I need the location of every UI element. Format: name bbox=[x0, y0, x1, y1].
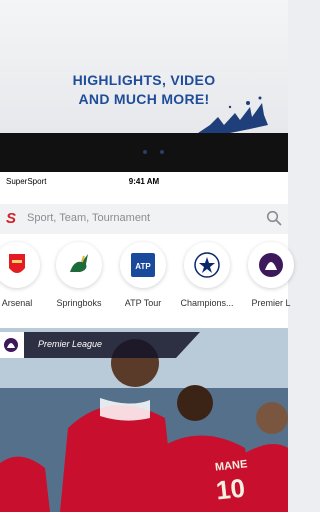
favorite-label: Premier L bbox=[251, 298, 291, 308]
status-time: 9:41 AM bbox=[128, 177, 160, 186]
sensor-dot-icon bbox=[160, 150, 164, 154]
promo-banner: HIGHLIGHTS, VIDEO AND MUCH MORE! bbox=[0, 0, 288, 135]
premier-league-small-icon bbox=[0, 332, 24, 358]
favorite-item-champions-league[interactable]: Champions... bbox=[172, 242, 242, 308]
supersport-logo-icon: S bbox=[6, 210, 17, 227]
champions-league-icon bbox=[184, 242, 230, 288]
springbok-icon bbox=[56, 242, 102, 288]
favorites-row: Arsenal Springboks ATP ATP Tour Champion… bbox=[0, 242, 294, 330]
camera-dot-icon bbox=[143, 150, 147, 154]
favorite-label: ATP Tour bbox=[124, 298, 162, 308]
atp-logo-icon: ATP bbox=[120, 242, 166, 288]
device-bezel bbox=[0, 133, 288, 173]
hero-image-card[interactable]: Premier League MANE 10 bbox=[0, 328, 288, 512]
search-bar[interactable]: S Sport, Team, Tournament bbox=[0, 204, 288, 234]
premier-league-icon bbox=[248, 242, 294, 288]
favorite-item-premier-league[interactable]: Premier L bbox=[236, 242, 306, 308]
paint-splash-decoration bbox=[195, 96, 268, 135]
competition-tag: Premier League bbox=[0, 332, 200, 358]
competition-tag-label: Premier League bbox=[38, 339, 103, 349]
search-icon[interactable] bbox=[266, 210, 282, 226]
favorite-item-atp-tour[interactable]: ATP ATP Tour bbox=[108, 242, 178, 308]
favorite-label: Springboks bbox=[56, 298, 102, 308]
favorite-item-springboks[interactable]: Springboks bbox=[44, 242, 114, 308]
status-bar: SuperSport 9:41 AM bbox=[0, 172, 288, 192]
arsenal-crest-icon bbox=[0, 242, 40, 288]
search-input[interactable]: Sport, Team, Tournament bbox=[27, 212, 150, 224]
shirt-number: 10 bbox=[214, 472, 247, 506]
svg-text:ATP: ATP bbox=[135, 262, 151, 271]
promo-headline-line1: HIGHLIGHTS, VIDEO bbox=[72, 72, 216, 88]
favorite-label: Champions... bbox=[180, 298, 234, 308]
app-screen: SuperSport 9:41 AM S Sport, Team, Tourna… bbox=[0, 172, 294, 512]
